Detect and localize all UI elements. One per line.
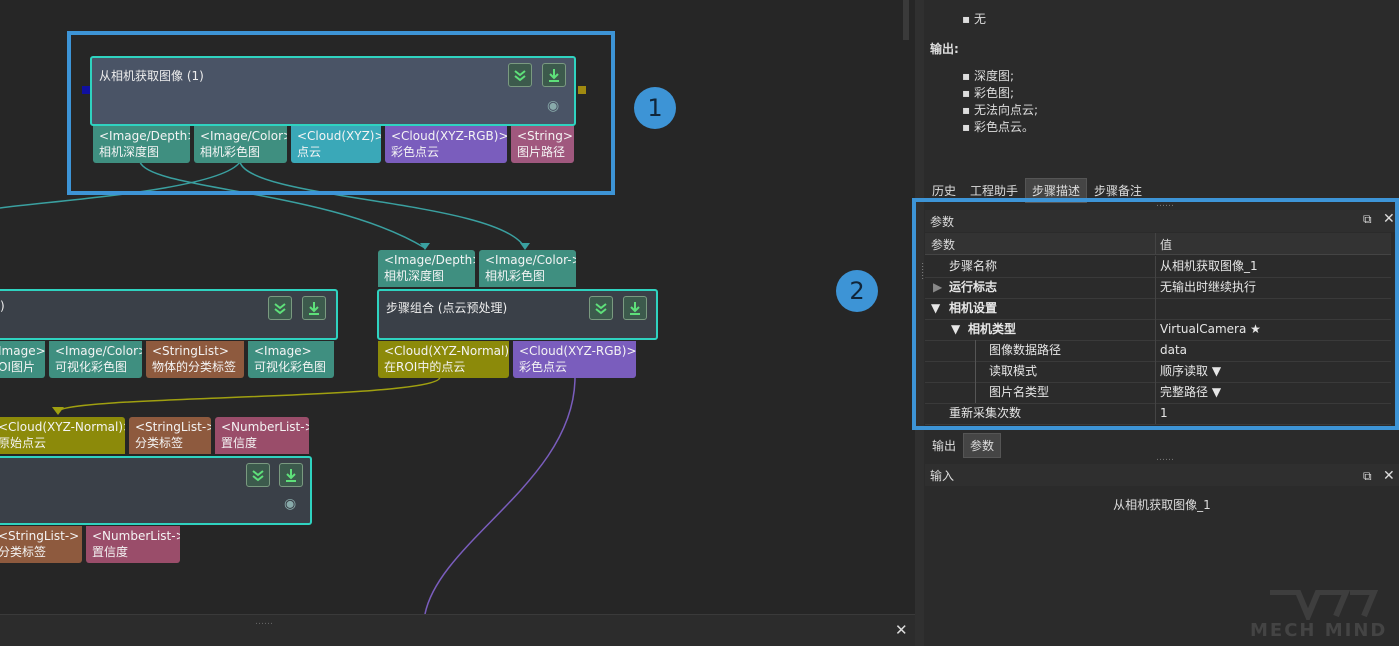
- list-item: ▪ 彩色图;: [962, 86, 1014, 100]
- side-splitter-handle[interactable]: ……: [919, 262, 929, 280]
- splitter-handle[interactable]: ……: [1156, 453, 1174, 463]
- input-confidence[interactable]: <NumberList-> 置信度: [215, 417, 309, 454]
- list-item: ▪ 彩色点云。: [962, 120, 1034, 134]
- node-left-upper[interactable]: ): [0, 289, 338, 340]
- chevron-down-icon: [595, 303, 607, 315]
- port-color-point-cloud-2[interactable]: <Cloud(XYZ-RGB)> 彩色点云: [513, 341, 636, 378]
- node-title: 步骤组合 (点云预处理): [386, 301, 508, 315]
- callout-badge-1: 1: [634, 87, 676, 129]
- float-icon[interactable]: ⧉: [1363, 469, 1372, 484]
- port-confidence-out[interactable]: <NumberList-> 置信度: [86, 526, 180, 563]
- highlight-box-1: [67, 31, 615, 195]
- download-button[interactable]: [623, 296, 647, 320]
- logo-mark: [1270, 590, 1378, 620]
- input-raw-cloud[interactable]: <Cloud(XYZ-Normal)> 原始点云: [0, 417, 125, 454]
- canvas-scrollbar[interactable]: [903, 0, 909, 40]
- output-heading: 输出:: [930, 42, 959, 56]
- input-class-labels[interactable]: <StringList-> 分类标签: [129, 417, 211, 454]
- port-class-labels-out[interactable]: <StringList-> 分类标签: [0, 526, 82, 563]
- port-roi-image[interactable]: Image> OI图片: [0, 341, 45, 378]
- node-title: ): [0, 299, 5, 313]
- node-step-group[interactable]: 步骤组合 (点云预处理): [377, 289, 658, 340]
- watermark-logo: MECH MIND: [1250, 620, 1388, 641]
- list-item: ▪ 无法向点云;: [962, 103, 1038, 117]
- input-panel-header: 输入 ⧉ ✕: [925, 464, 1399, 486]
- collapse-button[interactable]: [589, 296, 613, 320]
- node-left-lower[interactable]: ◉: [0, 456, 312, 525]
- download-icon: [630, 302, 640, 315]
- callout-badge-2: 2: [836, 270, 878, 312]
- input-value: 从相机获取图像_1: [1113, 498, 1211, 512]
- chevron-down-icon: [252, 470, 264, 482]
- collapse-button[interactable]: [246, 463, 270, 487]
- input-color-image[interactable]: <Image/Color-> 相机彩色图: [479, 250, 576, 287]
- download-button[interactable]: [302, 296, 326, 320]
- step-description-panel: ▪ 无 输出: ▪ 深度图; ▪ 彩色图; ▪ 无法向点云; ▪ 彩色点云。: [925, 0, 1399, 178]
- close-icon[interactable]: ✕: [895, 623, 908, 638]
- eye-icon[interactable]: ◉: [284, 496, 296, 512]
- port-vis-image[interactable]: <Image> 可视化彩色图: [248, 341, 334, 378]
- collapse-button[interactable]: [268, 296, 292, 320]
- splitter-handle[interactable]: ……: [255, 617, 273, 627]
- port-class-labels[interactable]: <StringList> 物体的分类标签: [146, 341, 244, 378]
- params-bottom-tabs: 输出 参数: [925, 433, 1002, 458]
- chevron-down-icon: [274, 303, 286, 315]
- tab-params[interactable]: 参数: [963, 433, 1002, 458]
- output-list: ▪ 深度图; ▪ 彩色图; ▪ 无法向点云; ▪ 彩色点云。: [962, 68, 1038, 136]
- download-icon: [309, 302, 319, 315]
- close-icon[interactable]: ✕: [1383, 468, 1395, 484]
- input-title: 输入: [930, 469, 955, 483]
- download-icon: [286, 469, 296, 482]
- highlight-box-2: [912, 198, 1399, 430]
- port-roi-cloud[interactable]: <Cloud(XYZ-Normal)> 在ROI中的点云: [378, 341, 509, 378]
- bottom-log-bar: …… ✕: [0, 614, 915, 646]
- bullet-item: ▪ 无: [962, 12, 986, 26]
- port-vis-color[interactable]: <Image/Color> 可视化彩色图: [49, 341, 142, 378]
- tab-output[interactable]: 输出: [925, 433, 964, 458]
- graph-canvas[interactable]: 从相机获取图像 (1) ◉ <Image/Depth> 相机深度图 <Image/…: [0, 0, 915, 646]
- input-depth-image[interactable]: <Image/Depth> 相机深度图: [378, 250, 475, 287]
- download-button[interactable]: [279, 463, 303, 487]
- list-item: ▪ 深度图;: [962, 69, 1014, 83]
